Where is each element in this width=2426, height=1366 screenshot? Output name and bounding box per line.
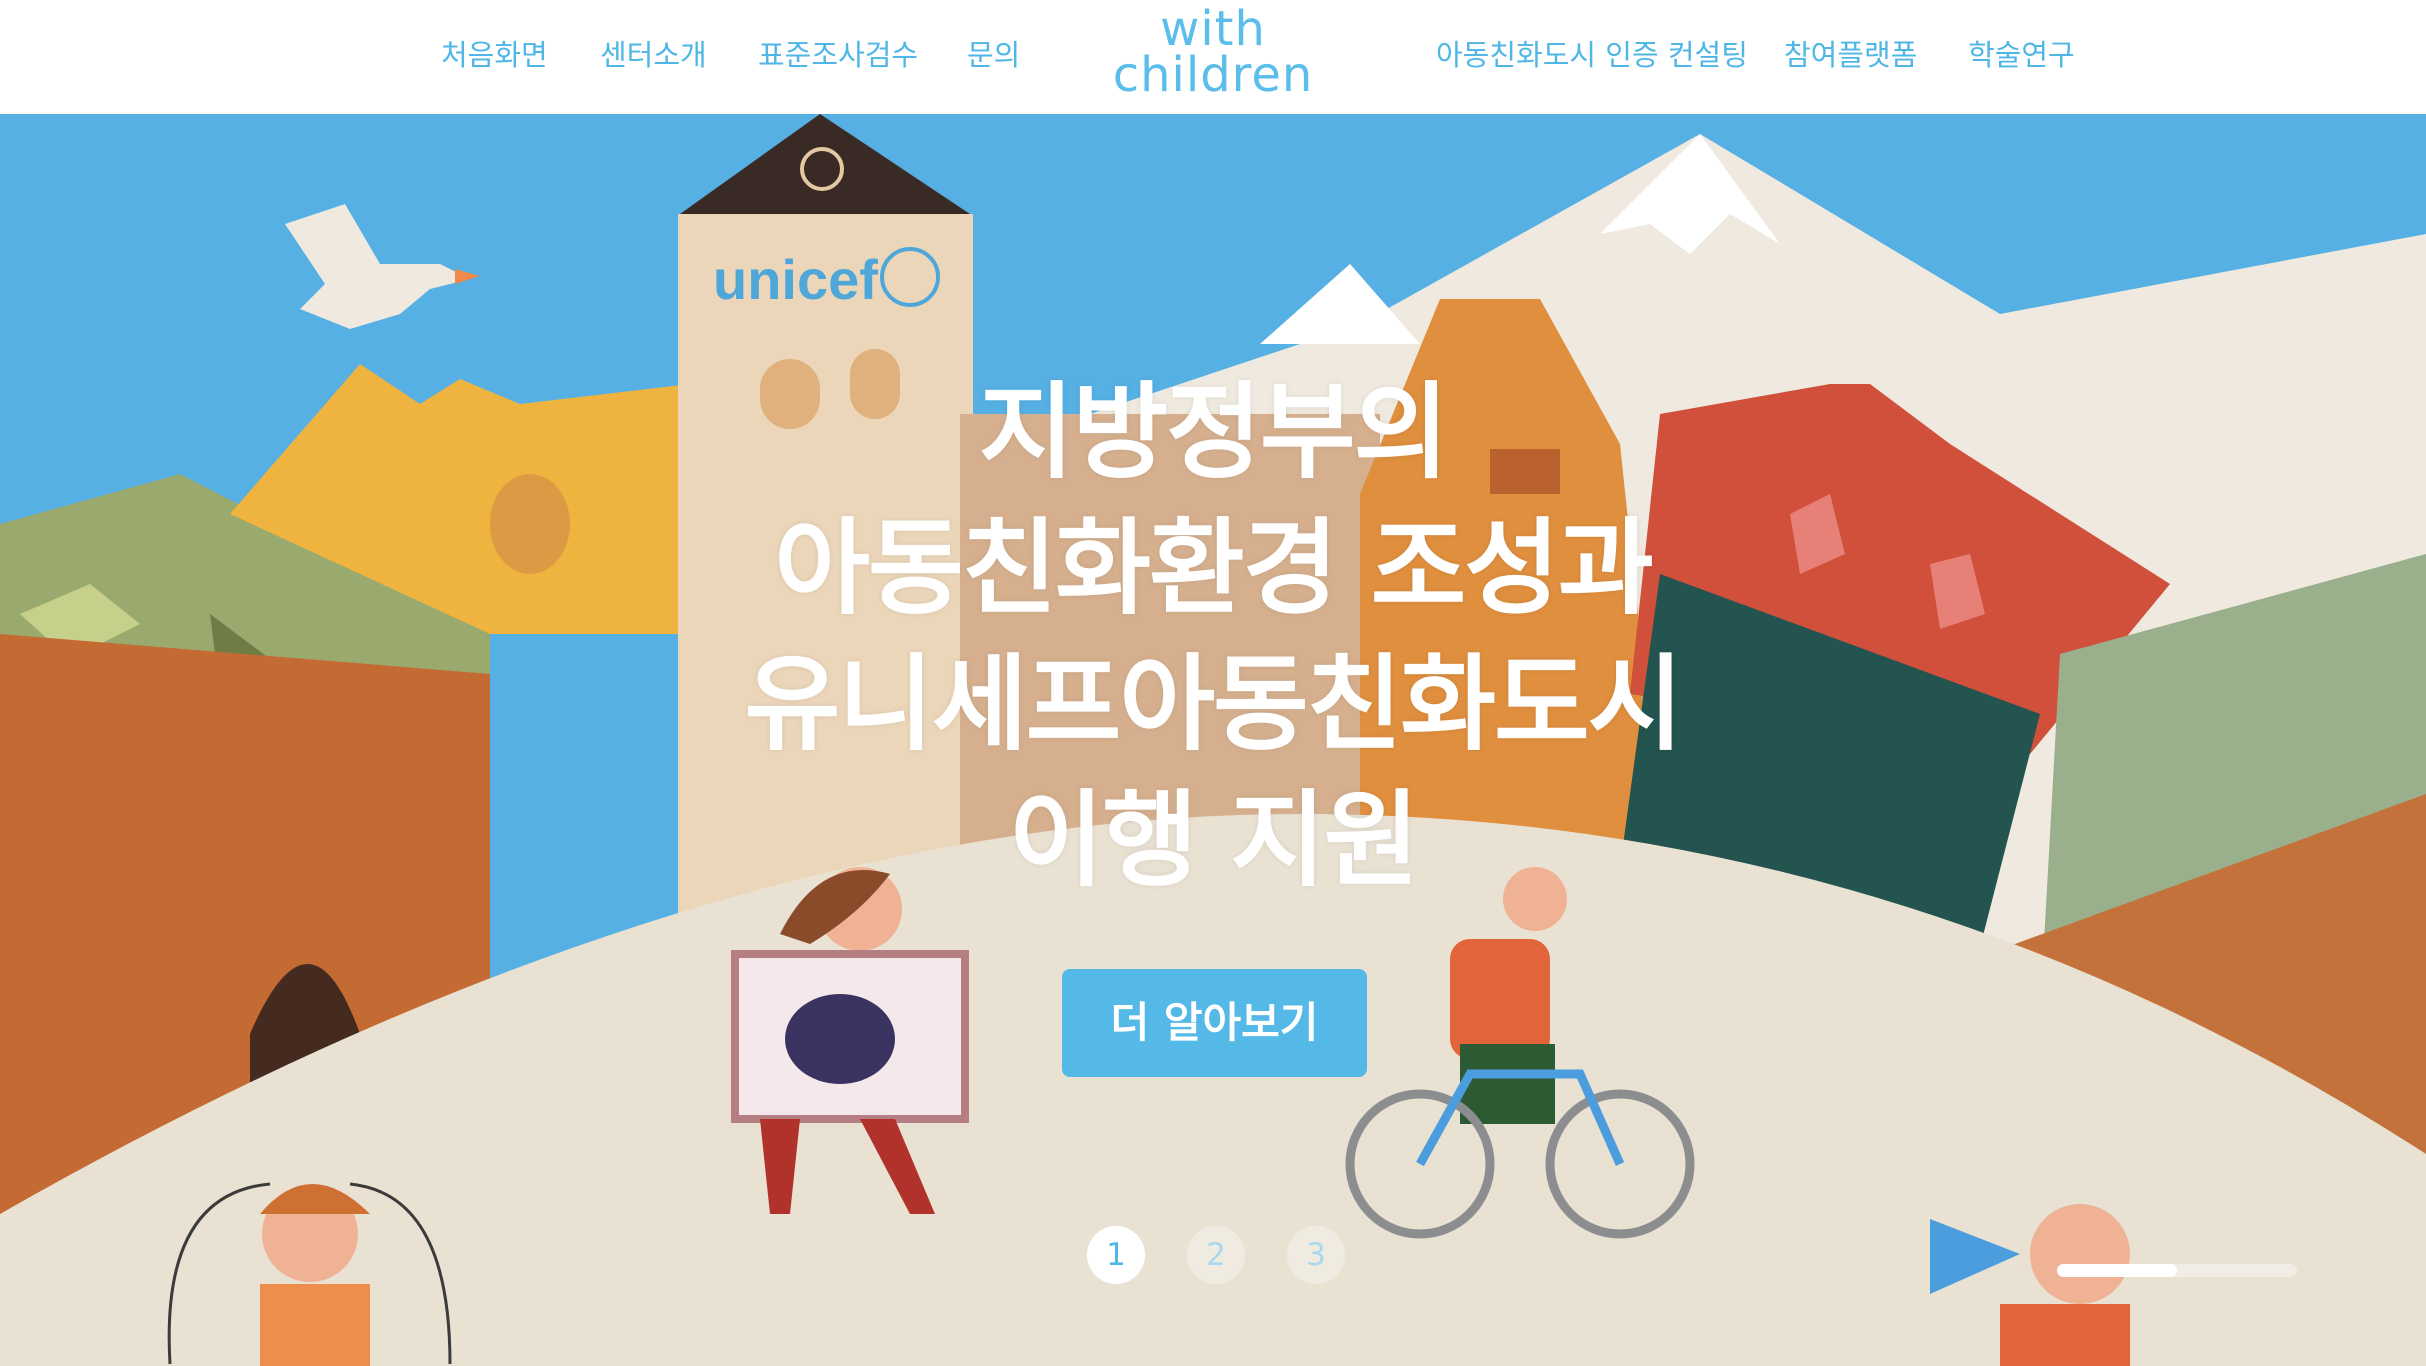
slide-progress-fill — [2057, 1264, 2177, 1277]
headline-line-1: 지방정부의 — [978, 371, 1449, 493]
nav-certification-consulting[interactable]: 아동친화도시 인증 컨설팅 — [1436, 30, 1748, 80]
learn-more-button[interactable]: 더 알아보기 — [1062, 969, 1367, 1077]
nav-standard-survey[interactable]: 표준조사검수 — [758, 30, 918, 80]
headline-line-2: 아동친화환경 조성과 — [774, 507, 1653, 629]
nav-participation-platform[interactable]: 참여플랫폼 — [1784, 30, 1917, 80]
unicef-sign: unicef — [713, 248, 878, 311]
slide-progress-bar — [2057, 1264, 2297, 1277]
nav-about-center[interactable]: 센터소개 — [600, 30, 707, 80]
headline-line-4: 이행 지원 — [1008, 779, 1420, 901]
headline-line-3: 유니세프아동친화도시 — [744, 643, 1684, 765]
top-navbar: 처음화면 센터소개 표준조사검수 문의 with children 아동친화도시… — [0, 0, 2426, 114]
logo-line-1: with — [1160, 1, 1266, 57]
slide-dot-2[interactable]: 2 — [1187, 1226, 1245, 1284]
nav-home[interactable]: 처음화면 — [441, 30, 548, 80]
nav-contact[interactable]: 문의 — [967, 30, 1020, 80]
hero-headline: 지방정부의 아동친화환경 조성과 유니세프아동친화도시 이행 지원 — [413, 364, 2013, 908]
nav-academic-research[interactable]: 학술연구 — [1968, 30, 2075, 80]
slide-dot-1[interactable]: 1 — [1087, 1226, 1145, 1284]
site-logo[interactable]: with children — [1105, 1, 1321, 103]
slide-dot-3[interactable]: 3 — [1287, 1226, 1345, 1284]
logo-line-2: children — [1112, 47, 1314, 103]
hero-slider: unicef 지방정부의 아동친화환경 조성과 유니세프아동친화도시 이행 지원… — [0, 114, 2426, 1366]
